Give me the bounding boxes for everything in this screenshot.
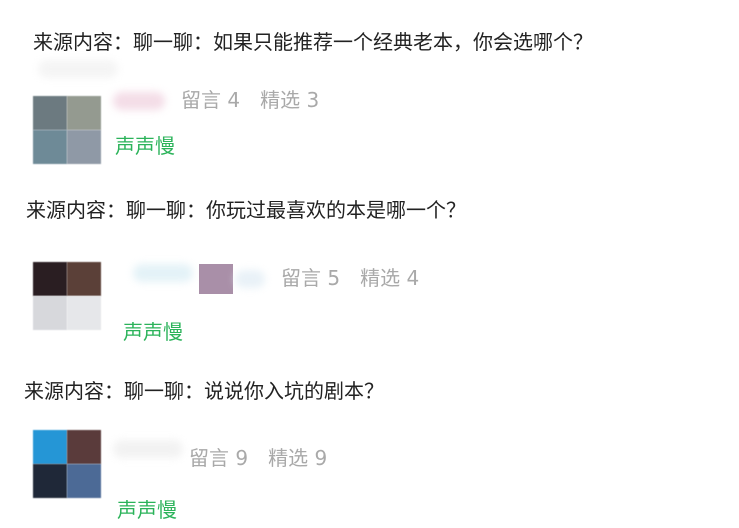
source-line-2: 来源内容：聊一聊：你玩过最喜欢的本是哪一个？ xyxy=(26,197,466,223)
avatar-pixel xyxy=(67,130,101,164)
avatar-pixel xyxy=(33,262,67,296)
redacted-account-name xyxy=(133,264,193,282)
source-prefix: 来源内容： xyxy=(24,379,124,403)
comment-count: 留言 9 xyxy=(189,446,249,470)
topic-prefix: 聊一聊： xyxy=(126,198,206,222)
featured-count: 精选 4 xyxy=(360,266,420,290)
article-title[interactable]: 说说你入坑的剧本？ xyxy=(204,379,384,403)
avatar-pixel xyxy=(67,96,101,130)
avatar-pixel xyxy=(33,430,67,464)
redacted-account-name xyxy=(113,440,183,458)
topic-prefix: 聊一聊： xyxy=(124,379,204,403)
avatar[interactable] xyxy=(33,96,101,164)
account-row-3[interactable]: 留言 9 精选 9 声声慢 xyxy=(33,430,453,522)
avatar-pixel xyxy=(67,430,101,464)
avatar-pixel xyxy=(33,130,67,164)
source-line-1: 来源内容：聊一聊：如果只能推荐一个经典老本，你会选哪个？ xyxy=(33,29,593,55)
avatar-pixel xyxy=(33,96,67,130)
account-row-2[interactable]: 留言 5 精选 4 声声慢 xyxy=(33,262,473,344)
article-title[interactable]: 如果只能推荐一个经典老本，你会选哪个？ xyxy=(213,30,593,54)
article-stats: 留言 5 精选 4 xyxy=(281,266,419,290)
article-stats: 留言 4 精选 3 xyxy=(181,88,319,112)
redacted-account-name-tail xyxy=(235,270,265,288)
comment-count: 留言 5 xyxy=(281,266,341,290)
source-prefix: 来源内容： xyxy=(26,198,126,222)
account-row-1[interactable]: 留言 4 精选 3 声声慢 xyxy=(33,88,433,166)
article-title[interactable]: 你玩过最喜欢的本是哪一个？ xyxy=(206,198,466,222)
comment-count: 留言 4 xyxy=(181,88,241,112)
redacted-mosaic xyxy=(199,264,233,294)
avatar-pixel xyxy=(67,464,101,498)
article-stats: 留言 9 精选 9 xyxy=(189,446,327,470)
avatar-pixel xyxy=(67,296,101,330)
featured-count: 精选 9 xyxy=(268,446,328,470)
source-prefix: 来源内容： xyxy=(33,30,133,54)
avatar-pixel xyxy=(67,262,101,296)
featured-count: 精选 3 xyxy=(260,88,320,112)
source-line-3: 来源内容：聊一聊：说说你入坑的剧本？ xyxy=(24,378,384,404)
avatar-pixel xyxy=(33,296,67,330)
avatar[interactable] xyxy=(33,430,101,498)
redacted-faint-area xyxy=(38,60,118,78)
redacted-account-name xyxy=(113,92,165,110)
author-name[interactable]: 声声慢 xyxy=(117,498,177,522)
avatar[interactable] xyxy=(33,262,101,330)
avatar-pixel xyxy=(33,464,67,498)
author-name[interactable]: 声声慢 xyxy=(123,320,183,344)
author-name[interactable]: 声声慢 xyxy=(115,134,175,158)
topic-prefix: 聊一聊： xyxy=(133,30,213,54)
